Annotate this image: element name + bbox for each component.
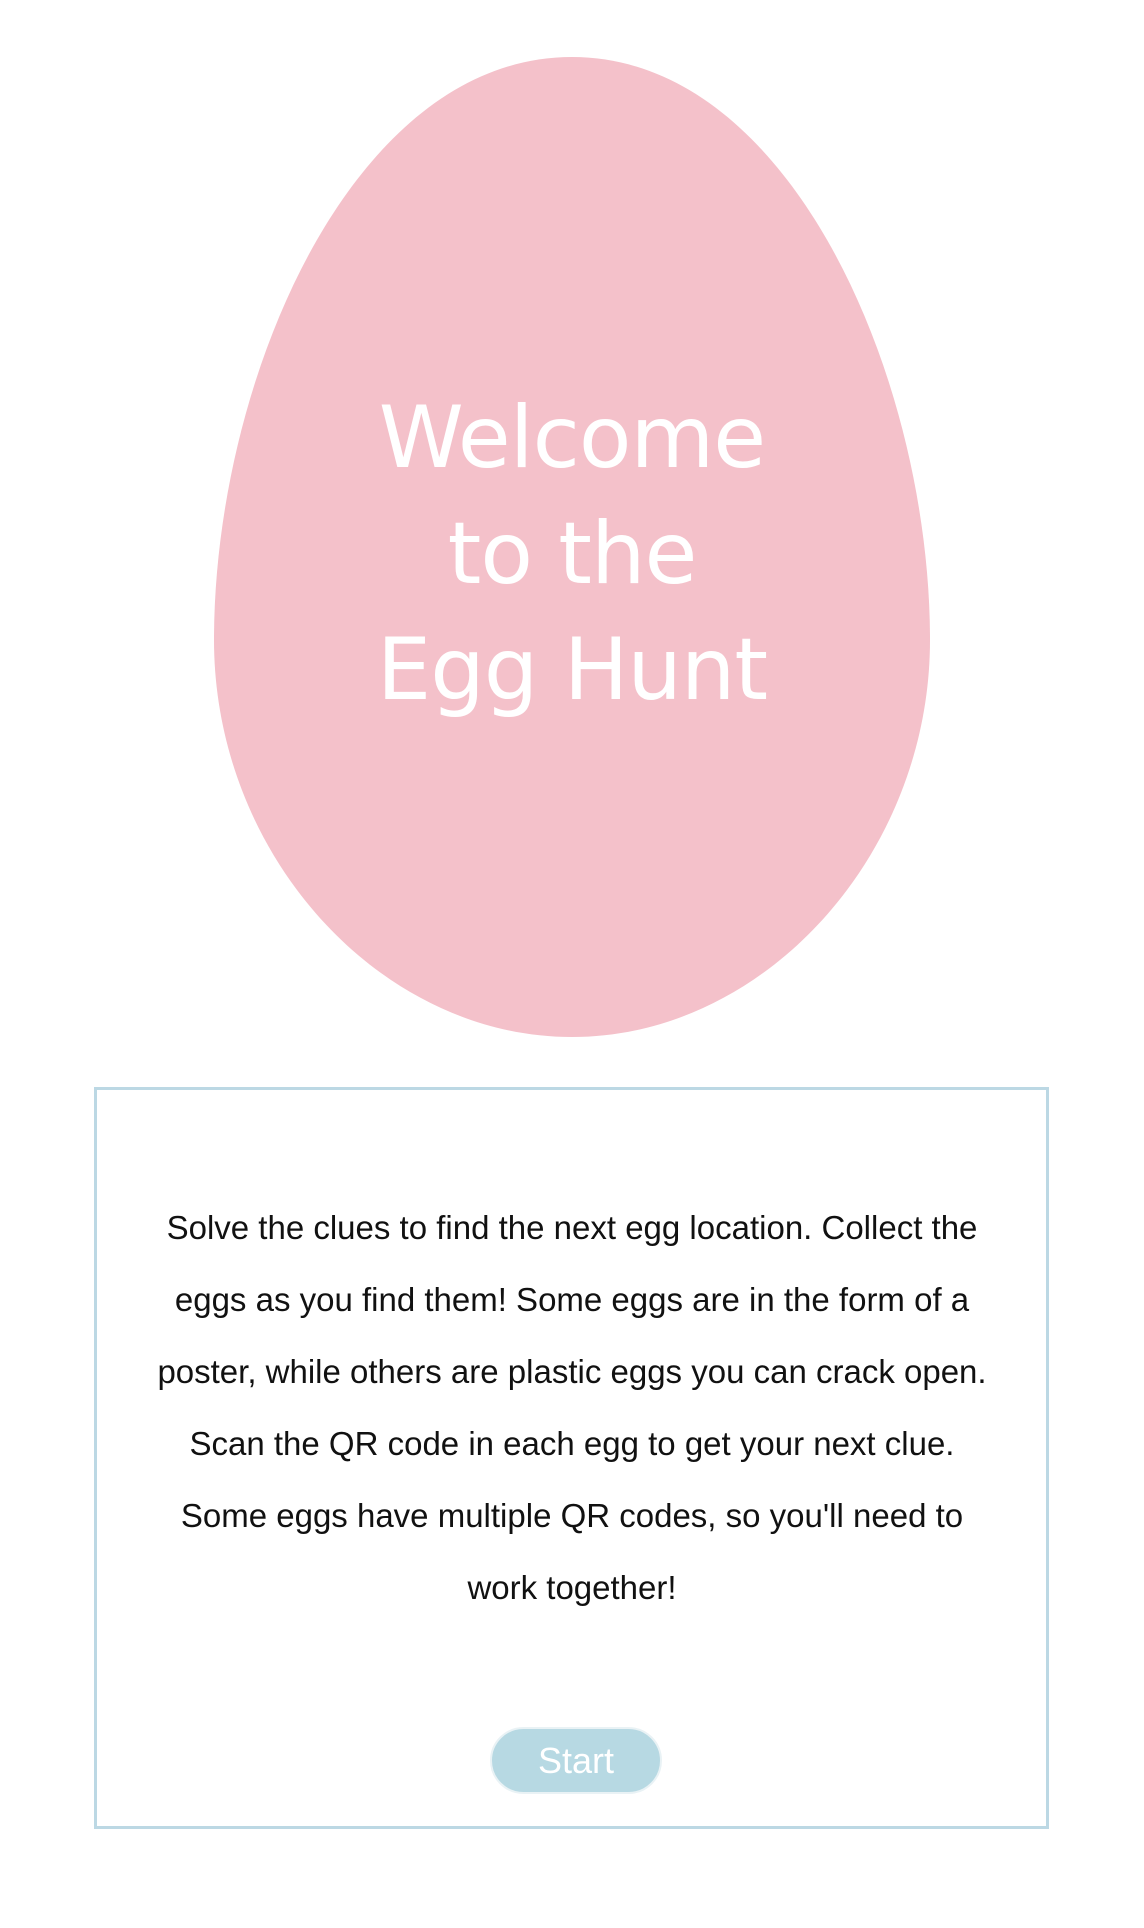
egg-graphic: Welcome to the Egg Hunt <box>0 0 1144 1060</box>
instructions-text: Solve the clues to find the next egg loc… <box>157 1209 987 1606</box>
welcome-title-line-3: Egg Hunt <box>376 620 768 720</box>
welcome-title-line-2: to the <box>447 504 698 604</box>
start-button[interactable]: Start <box>490 1727 662 1794</box>
welcome-title: Welcome to the Egg Hunt <box>312 380 832 728</box>
instructions-panel: Solve the clues to find the next egg loc… <box>94 1087 1049 1829</box>
welcome-title-line-1: Welcome <box>378 388 766 488</box>
